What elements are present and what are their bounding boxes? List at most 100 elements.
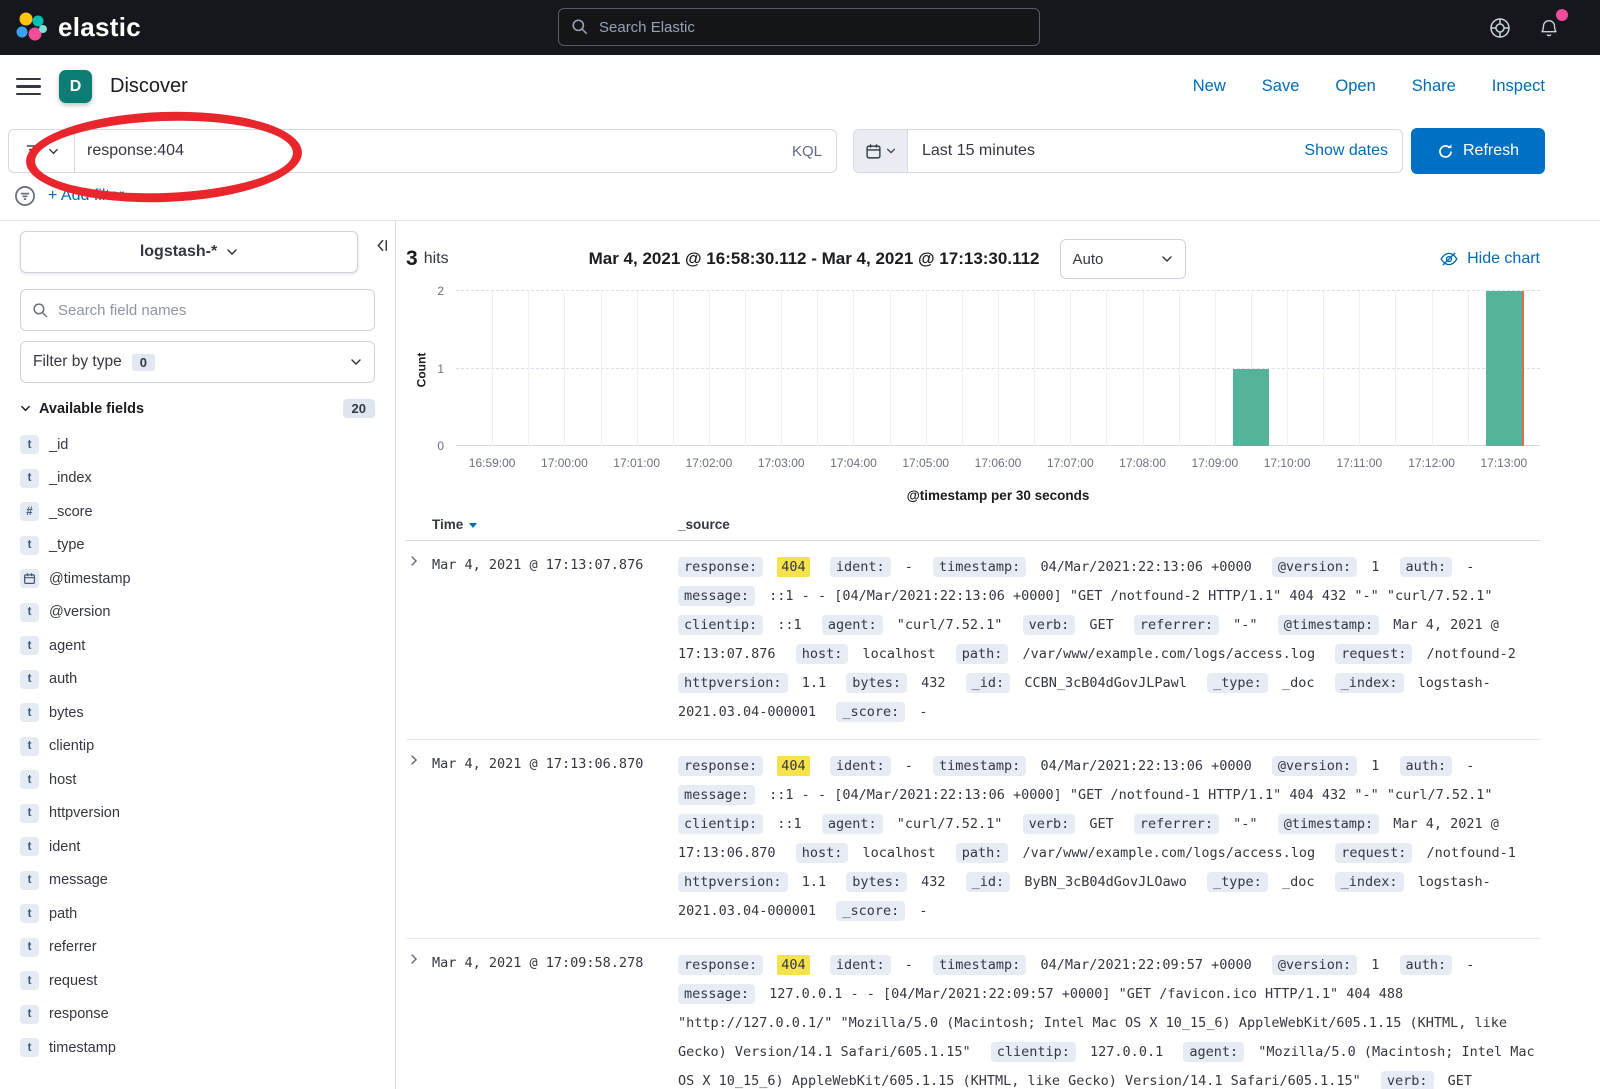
action-save-button[interactable]: Save xyxy=(1262,77,1300,96)
field-value: - xyxy=(1466,957,1474,973)
available-fields-header[interactable]: Available fields 20 xyxy=(20,399,375,418)
column-time[interactable]: Time xyxy=(432,517,672,532)
field-key-badge: httpversion: xyxy=(678,673,788,693)
field-item-path[interactable]: tpath xyxy=(20,897,375,931)
action-new-button[interactable]: New xyxy=(1193,77,1226,96)
expand-row-button[interactable] xyxy=(406,951,432,973)
field-item-bytes[interactable]: tbytes xyxy=(20,696,375,730)
action-share-button[interactable]: Share xyxy=(1412,77,1456,96)
query-input[interactable] xyxy=(87,142,790,160)
field-item-response[interactable]: tresponse xyxy=(20,998,375,1032)
v-gridline xyxy=(745,291,746,446)
help-icon[interactable] xyxy=(1488,16,1512,40)
chart-time-range: Mar 4, 2021 @ 16:58:30.112 - Mar 4, 2021… xyxy=(589,249,1040,269)
action-open-button[interactable]: Open xyxy=(1335,77,1375,96)
v-gridline xyxy=(1070,291,1071,446)
chevron-down-icon xyxy=(350,356,362,368)
date-picker: Last 15 minutes Show dates xyxy=(853,129,1403,173)
filter-by-type-label: Filter by type xyxy=(33,353,122,371)
field-type-icon: t xyxy=(20,469,39,488)
interval-select[interactable]: Auto xyxy=(1060,239,1186,279)
field-type-icon: t xyxy=(20,435,39,454)
field-value: 04/Mar/2021:22:13:06 +0000 xyxy=(1040,758,1251,774)
add-filter-button[interactable]: + Add filter xyxy=(48,187,124,205)
index-pattern-select[interactable]: logstash-* xyxy=(20,231,358,273)
expand-row-button[interactable] xyxy=(406,752,432,774)
collapse-sidebar-icon[interactable] xyxy=(373,237,390,254)
field-item-_type[interactable]: t_type xyxy=(20,529,375,563)
row-time: Mar 4, 2021 @ 17:13:07.876 xyxy=(432,553,672,727)
saved-query-menu-button[interactable] xyxy=(8,129,74,173)
x-tick-label: 17:05:00 xyxy=(902,456,949,470)
field-item-auth[interactable]: tauth xyxy=(20,663,375,697)
field-item-@version[interactable]: t@version xyxy=(20,596,375,630)
date-quick-menu-button[interactable] xyxy=(854,130,908,172)
v-gridline xyxy=(601,291,602,446)
x-tick-label: 17:06:00 xyxy=(975,456,1022,470)
y-tick-label: 1 xyxy=(437,362,444,376)
y-tick-label: 2 xyxy=(437,284,444,298)
menu-icon[interactable] xyxy=(16,78,41,96)
histogram-bar[interactable] xyxy=(1486,291,1522,446)
field-key-badge: ident: xyxy=(830,756,891,776)
field-key-badge: _score: xyxy=(836,901,905,921)
field-type-icon: t xyxy=(20,770,39,789)
refresh-button[interactable]: Refresh xyxy=(1411,128,1545,174)
row-source: response: 404 ident: - timestamp: 04/Mar… xyxy=(678,752,1540,926)
row-time: Mar 4, 2021 @ 17:09:58.278 xyxy=(432,951,672,1089)
field-item-httpversion[interactable]: thttpversion xyxy=(20,797,375,831)
hide-chart-button[interactable]: Hide chart xyxy=(1440,250,1540,268)
hits-label: hits xyxy=(424,250,449,268)
action-inspect-button[interactable]: Inspect xyxy=(1492,77,1545,96)
field-item-request[interactable]: trequest xyxy=(20,964,375,998)
field-value: ::1 - - [04/Mar/2021:22:13:06 +0000] "GE… xyxy=(769,588,1492,604)
query-language-button[interactable]: KQL xyxy=(790,143,824,160)
field-item-_score[interactable]: #_score xyxy=(20,495,375,529)
field-search-input[interactable] xyxy=(58,302,363,319)
y-tick-label: 0 xyxy=(437,439,444,453)
documents-table: Time _source Mar 4, 2021 @ 17:13:07.876r… xyxy=(406,517,1540,1089)
field-item-ident[interactable]: tident xyxy=(20,830,375,864)
x-tick-label: 16:59:00 xyxy=(469,456,516,470)
field-item-_index[interactable]: t _index xyxy=(20,462,375,496)
field-key-badge: auth: xyxy=(1400,756,1453,776)
field-key-badge: referrer: xyxy=(1134,615,1219,635)
expand-row-button[interactable] xyxy=(406,553,432,575)
field-value: ::1 xyxy=(777,617,801,633)
field-type-icon: t xyxy=(20,837,39,856)
v-gridline xyxy=(1468,291,1469,446)
field-item-clientip[interactable]: tclientip xyxy=(20,730,375,764)
field-value: /var/www/example.com/logs/access.log xyxy=(1023,646,1316,662)
notifications-icon[interactable] xyxy=(1538,16,1560,40)
time-range-value[interactable]: Last 15 minutes xyxy=(908,142,1035,160)
field-item-message[interactable]: tmessage xyxy=(20,864,375,898)
show-dates-button[interactable]: Show dates xyxy=(1304,142,1402,160)
x-tick-label: 17:11:00 xyxy=(1336,456,1382,470)
field-value: ::1 - - [04/Mar/2021:22:13:06 +0000] "GE… xyxy=(769,787,1492,803)
field-item-@timestamp[interactable]: @timestamp xyxy=(20,562,375,596)
v-gridline xyxy=(1287,291,1288,446)
field-item-host[interactable]: thost xyxy=(20,763,375,797)
field-name: _index xyxy=(49,470,92,486)
saved-query-icon xyxy=(24,142,42,160)
field-key-badge: agent: xyxy=(822,615,883,635)
field-key-badge: _type: xyxy=(1207,673,1268,693)
calendar-icon xyxy=(20,569,39,588)
field-key-badge: bytes: xyxy=(846,673,907,693)
filter-by-type-count: 0 xyxy=(132,354,155,371)
field-item-_id[interactable]: t _id xyxy=(20,428,375,462)
search-icon xyxy=(571,18,589,36)
discover-main: 3 hits Mar 4, 2021 @ 16:58:30.112 - Mar … xyxy=(396,221,1600,1089)
field-item-agent[interactable]: tagent xyxy=(20,629,375,663)
chevron-down-icon xyxy=(226,246,238,258)
global-search-input[interactable] xyxy=(599,19,1027,36)
filter-by-type-button[interactable]: Filter by type 0 xyxy=(20,341,375,383)
field-key-badge: verb: xyxy=(1381,1071,1434,1089)
filter-icon xyxy=(14,185,36,207)
elastic-logo[interactable]: elastic xyxy=(14,11,141,45)
v-gridline xyxy=(673,291,674,446)
field-item-timestamp[interactable]: ttimestamp xyxy=(20,1031,375,1065)
field-name: _id xyxy=(49,437,68,453)
field-item-referrer[interactable]: treferrer xyxy=(20,931,375,965)
histogram-bar[interactable] xyxy=(1233,369,1269,447)
